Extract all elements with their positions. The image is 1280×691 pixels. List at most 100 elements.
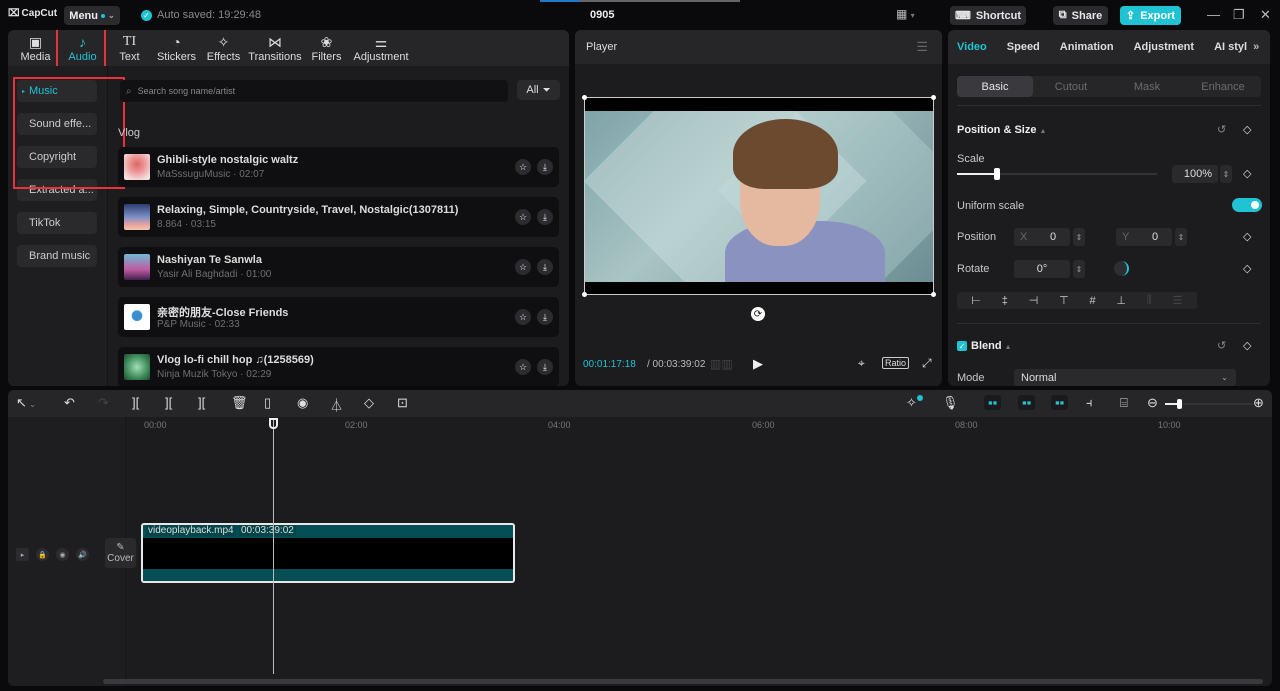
layout-icon[interactable]: ▦ ▾ [896, 7, 915, 21]
mirror-icon[interactable]: ⏃ [330, 395, 343, 414]
linkage-icon[interactable]: ▪▪ [1018, 395, 1036, 410]
favorite-star-icon[interactable]: ☆ [515, 359, 531, 375]
split-icon[interactable]: ][ [132, 395, 139, 410]
keyframe-diamond-icon[interactable]: ◇ [1243, 123, 1251, 136]
search-input[interactable]: ⌕ Search song name/artist [120, 80, 508, 102]
cover-button[interactable]: ✎ Cover [105, 538, 136, 568]
keyframe-diamond-icon[interactable]: ◇ [1243, 339, 1251, 352]
tab-ai-style[interactable]: AI styl [1214, 41, 1247, 53]
align-left-icon[interactable]: ⊢ [971, 294, 981, 307]
eye-icon[interactable]: ◉ [56, 548, 69, 561]
tab-media[interactable]: ▣ Media [12, 30, 59, 66]
split-left-icon[interactable]: ][ [165, 395, 172, 410]
redo-icon[interactable]: ↷ [98, 395, 109, 411]
distribute-h-icon[interactable]: ⫼ [1147, 294, 1152, 307]
favorite-star-icon[interactable]: ☆ [515, 209, 531, 225]
menu-button[interactable]: Menu ⌄ [64, 6, 120, 25]
timeline-fit-icon[interactable]: ⌸ [1120, 395, 1128, 411]
freeze-icon[interactable]: ▯ [264, 395, 271, 411]
speaker-icon[interactable]: 🔊 [76, 548, 89, 561]
rotate-stepper[interactable]: ⇕ [1073, 260, 1085, 278]
select-pointer-icon[interactable]: ↖ ⌄ [16, 395, 36, 411]
download-icon[interactable]: ⤓ [537, 259, 553, 275]
tab-animation[interactable]: Animation [1060, 41, 1114, 53]
download-icon[interactable]: ⤓ [537, 209, 553, 225]
video-preview[interactable] [582, 95, 936, 297]
favorite-star-icon[interactable]: ☆ [515, 309, 531, 325]
position-x-input[interactable]: X0 [1014, 228, 1070, 246]
subtab-mask[interactable]: Mask [1109, 76, 1185, 97]
position-size-heading[interactable]: Position & Size ▲ [957, 124, 1046, 136]
zoom-fit-icon[interactable]: ⌖ [858, 356, 865, 371]
download-icon[interactable]: ⤓ [537, 359, 553, 375]
blend-heading[interactable]: Blend ▲ [971, 340, 1012, 352]
subtab-cutout[interactable]: Cutout [1033, 76, 1109, 97]
align-top-icon[interactable]: ⊤ [1059, 294, 1069, 307]
reset-icon[interactable]: ↺ [1217, 339, 1226, 352]
tab-filters[interactable]: ❀ Filters [303, 30, 350, 66]
list-item[interactable]: Ghibli-style nostalgic waltz MaSssuguMus… [118, 147, 559, 187]
align-bottom-icon[interactable]: ⊥ [1116, 294, 1126, 307]
auto-keyframe-icon[interactable]: ✧ [906, 395, 923, 411]
list-item[interactable]: Relaxing, Simple, Countryside, Travel, N… [118, 197, 559, 237]
hamburger-menu-icon[interactable]: ☰ [916, 39, 928, 55]
list-item[interactable]: Vlog lo-fi chill hop ♫(1258569) Ninja Mu… [118, 347, 559, 386]
list-item[interactable]: 亲密的朋友-Close Friends P&P Music · 02:33 ☆ … [118, 297, 559, 337]
zoom-in-icon[interactable]: ⊕ [1253, 395, 1264, 411]
favorite-star-icon[interactable]: ☆ [515, 159, 531, 175]
tab-effects[interactable]: ✧ Effects [200, 30, 247, 66]
play-icon[interactable]: ▶ [753, 356, 763, 372]
blend-mode-select[interactable]: Normal ⌄ [1014, 369, 1236, 386]
resize-handle[interactable] [931, 292, 936, 297]
distribute-v-icon[interactable]: ☰ [1173, 294, 1183, 307]
split-audio-icon[interactable]: ⫞ [1086, 395, 1093, 411]
microphone-icon[interactable]: 🎙 [942, 395, 959, 411]
rotate-icon[interactable]: ◇ [364, 395, 374, 411]
undo-icon[interactable]: ↶ [64, 395, 75, 411]
more-tabs-icon[interactable]: » [1253, 41, 1259, 53]
category-brand-music[interactable]: Brand music [17, 245, 97, 267]
align-middle-v-icon[interactable]: # [1089, 295, 1095, 307]
delete-icon[interactable]: 🗑 [231, 395, 248, 411]
scale-stepper[interactable]: ⇕ [1220, 165, 1232, 183]
subtab-enhance[interactable]: Enhance [1185, 76, 1261, 97]
tab-adjustment[interactable]: ⚌ Adjustment [350, 30, 412, 66]
list-item[interactable]: Nashiyan Te Sanwla Yasir Ali Baghdadi · … [118, 247, 559, 287]
restore-icon[interactable]: ❐ [1233, 7, 1245, 23]
rotate-dial[interactable] [1114, 261, 1129, 276]
video-clip[interactable]: videoplayback.mp4 00:03:39:02 [141, 523, 515, 583]
split-right-icon[interactable]: ][ [198, 395, 205, 410]
category-tiktok[interactable]: TikTok [17, 212, 97, 234]
ratio-button[interactable]: Ratio [882, 357, 910, 369]
resize-handle[interactable] [582, 95, 587, 100]
shortcut-button[interactable]: ⌨ Shortcut [950, 6, 1026, 25]
playhead-handle[interactable] [269, 418, 278, 429]
rotate-handle-icon[interactable]: ⟳ [751, 307, 765, 321]
magnet-snap-icon[interactable]: ▪▪ [984, 395, 1002, 410]
share-button[interactable]: ⧉ Share [1053, 6, 1108, 25]
keyframe-diamond-icon[interactable]: ◇ [1243, 230, 1251, 243]
timeline-scrollbar[interactable] [103, 679, 1263, 684]
rotate-input[interactable]: 0° [1014, 260, 1070, 278]
uniform-scale-toggle[interactable] [1232, 198, 1262, 212]
tab-speed[interactable]: Speed [1007, 41, 1040, 53]
blend-checkbox[interactable]: ✓ [957, 341, 967, 351]
tab-video[interactable]: Video [957, 41, 987, 53]
tab-transitions[interactable]: ⋈ Transitions [247, 30, 303, 66]
preview-axis-icon[interactable]: ▪▪ [1051, 395, 1069, 410]
subtab-basic[interactable]: Basic [957, 76, 1033, 97]
timeline-zoom-slider[interactable] [1165, 399, 1253, 409]
reset-icon[interactable]: ↺ [1217, 123, 1226, 136]
keyframe-diamond-icon[interactable]: ◇ [1243, 262, 1251, 275]
crop-icon[interactable]: ⊡ [397, 395, 408, 411]
lock-icon[interactable]: 🔒 [36, 548, 49, 561]
tab-stickers[interactable]: ◔ Stickers [153, 30, 200, 66]
track-video-icon[interactable]: ▸ [16, 548, 29, 561]
zoom-out-icon[interactable]: ⊖ [1147, 395, 1158, 411]
align-center-h-icon[interactable]: ‡ [1002, 295, 1008, 307]
playhead[interactable] [273, 418, 274, 674]
position-x-stepper[interactable]: ⇕ [1073, 228, 1085, 246]
tab-text[interactable]: TI Text [106, 30, 153, 66]
resize-handle[interactable] [582, 292, 587, 297]
favorite-star-icon[interactable]: ☆ [515, 259, 531, 275]
